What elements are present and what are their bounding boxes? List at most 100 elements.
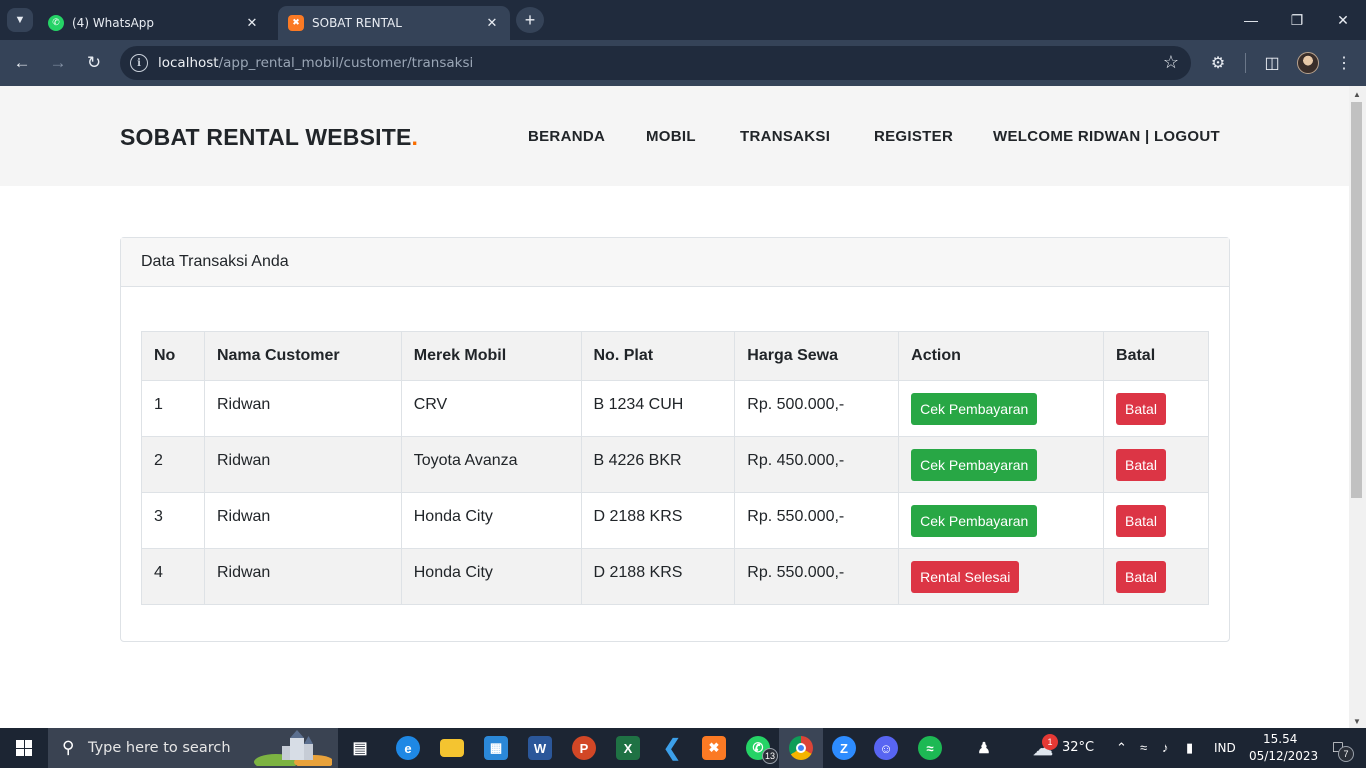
new-tab-button[interactable]: + [516, 7, 544, 33]
taskbar-search[interactable]: ⚲ Type here to search [48, 728, 338, 768]
extensions-icon[interactable]: ⚙ [1206, 51, 1230, 75]
search-highlight-icon [254, 730, 332, 766]
notification-count: 7 [1338, 746, 1354, 762]
taskbar-chrome[interactable] [779, 728, 823, 768]
cell-batal: Batal [1103, 492, 1209, 549]
batal-button[interactable]: Batal [1116, 449, 1166, 481]
browser-menu-icon[interactable]: ⋮ [1332, 51, 1356, 75]
taskbar-zoom[interactable]: Z [822, 728, 866, 768]
language-indicator[interactable]: IND [1214, 741, 1236, 755]
cell-mobil: Honda City [400, 548, 582, 605]
cell-mobil: Toyota Avanza [400, 436, 582, 493]
restore-button[interactable]: ❐ [1274, 0, 1320, 40]
weather-temp[interactable]: 32°C [1062, 740, 1094, 755]
cek-pembayaran-button[interactable]: Cek Pembayaran [911, 393, 1038, 425]
table-header-row: No Nama Customer Merek Mobil No. Plat Ha… [141, 331, 1209, 381]
start-button[interactable] [0, 728, 48, 768]
site-brand[interactable]: SOBAT RENTAL WEBSITE. [120, 124, 418, 151]
weather-widget[interactable]: ☁ 1 [1026, 728, 1060, 768]
chevron-up-icon[interactable]: ⌃ [1116, 740, 1127, 756]
toolbar-divider [1245, 53, 1246, 73]
brand-text: SOBAT RENTAL WEBSITE [120, 124, 412, 150]
taskbar-edge[interactable]: e [386, 728, 430, 768]
minimize-icon: — [1244, 12, 1258, 28]
taskbar-discord[interactable]: ☺ [864, 728, 908, 768]
cell-batal: Batal [1103, 436, 1209, 493]
profile-avatar[interactable] [1297, 52, 1319, 74]
nav-welcome-logout[interactable]: WELCOME RIDWAN | LOGOUT [993, 128, 1220, 145]
cell-plat: B 4226 BKR [580, 436, 736, 493]
batal-button[interactable]: Batal [1116, 561, 1166, 593]
batal-button[interactable]: Batal [1116, 393, 1166, 425]
taskbar-spotify[interactable]: ≈ [908, 728, 952, 768]
clock-time[interactable]: 15.54 [1263, 732, 1297, 746]
taskbar-whatsapp[interactable]: ✆ 13 [736, 728, 780, 768]
table-row: 2 Ridwan Toyota Avanza B 4226 BKR Rp. 45… [141, 436, 1209, 493]
scroll-up-arrow-icon[interactable]: ▲ [1353, 90, 1361, 99]
discord-icon: ☺ [874, 736, 898, 760]
site-info-icon[interactable]: i [130, 54, 148, 72]
taskbar-store[interactable]: ▦ [474, 728, 518, 768]
chevron-down-icon: ▼ [14, 14, 26, 26]
zoom-icon: Z [832, 736, 856, 760]
page-scrollbar[interactable]: ▲ ▼ [1349, 86, 1366, 728]
rental-selesai-button[interactable]: Rental Selesai [911, 561, 1020, 593]
address-bar[interactable]: i localhost/app_rental_mobil/customer/tr… [120, 46, 1191, 80]
cek-pembayaran-button[interactable]: Cek Pembayaran [911, 449, 1038, 481]
notification-center[interactable]: □ 7 [1318, 728, 1358, 768]
bookmark-star-icon[interactable]: ☆ [1163, 53, 1179, 71]
reload-button[interactable]: ↻ [80, 49, 108, 77]
side-panel-icon[interactable]: ◫ [1260, 51, 1284, 75]
close-window-button[interactable]: ✕ [1320, 0, 1366, 40]
taskbar-people[interactable]: ♟ [962, 728, 1006, 768]
taskbar-powerpoint[interactable]: P [562, 728, 606, 768]
windows-taskbar: ⚲ Type here to search ▤ e ▦ W P X ❮ ✖ ✆ … [0, 728, 1366, 768]
minimize-button[interactable]: — [1228, 0, 1274, 40]
battery-icon[interactable]: ▮ [1186, 740, 1193, 756]
nav-register[interactable]: REGISTER [874, 128, 953, 145]
arrow-left-icon: ← [13, 53, 31, 72]
wifi-icon[interactable]: ≈ [1140, 740, 1147, 755]
batal-button[interactable]: Batal [1116, 505, 1166, 537]
whatsapp-icon: ✆ [48, 15, 64, 31]
plus-icon: + [524, 9, 536, 30]
volume-icon[interactable]: ♪ [1162, 740, 1169, 755]
close-icon[interactable]: ✕ [244, 15, 260, 31]
cell-harga: Rp. 550.000,- [734, 548, 900, 605]
folder-icon [440, 739, 464, 757]
whatsapp-badge: 13 [762, 748, 779, 764]
cell-action: Cek Pembayaran [898, 436, 1105, 493]
cell-plat: B 1234 CUH [580, 380, 736, 437]
clock-date[interactable]: 05/12/2023 [1249, 749, 1318, 763]
taskbar-word[interactable]: W [518, 728, 562, 768]
tab-sobat-rental[interactable]: ✖ SOBAT RENTAL ✕ [278, 6, 510, 40]
col-header-action: Action [898, 331, 1105, 381]
tab-whatsapp[interactable]: ✆ (4) WhatsApp ✕ [38, 6, 270, 40]
tab-title: (4) WhatsApp [72, 16, 155, 30]
taskbar-xampp[interactable]: ✖ [692, 728, 736, 768]
col-header-mobil: Merek Mobil [400, 331, 582, 381]
taskbar-file-explorer[interactable] [430, 728, 474, 768]
brand-dot: . [411, 124, 419, 150]
task-view-button[interactable]: ▤ [338, 728, 382, 768]
nav-beranda[interactable]: BERANDA [528, 128, 605, 145]
nav-transaksi[interactable]: TRANSAKSI [740, 128, 830, 145]
taskbar-vscode[interactable]: ❮ [650, 728, 694, 768]
cell-plat: D 2188 KRS [580, 548, 736, 605]
tab-search-button[interactable]: ▼ [7, 8, 33, 32]
forward-button[interactable]: → [44, 49, 72, 77]
col-header-customer: Nama Customer [203, 331, 402, 381]
close-icon[interactable]: ✕ [484, 15, 500, 31]
taskbar-excel[interactable]: X [606, 728, 650, 768]
table-row: 3 Ridwan Honda City D 2188 KRS Rp. 550.0… [141, 492, 1209, 549]
scroll-thumb[interactable] [1351, 102, 1362, 498]
cell-no: 4 [141, 548, 205, 605]
cek-pembayaran-button[interactable]: Cek Pembayaran [911, 505, 1038, 537]
word-icon: W [528, 736, 552, 760]
back-button[interactable]: ← [8, 49, 36, 77]
nav-mobil[interactable]: MOBIL [646, 128, 696, 145]
url-text: localhost/app_rental_mobil/customer/tran… [158, 55, 473, 71]
cell-no: 3 [141, 492, 205, 549]
scroll-down-arrow-icon[interactable]: ▼ [1353, 717, 1361, 726]
xampp-icon: ✖ [288, 15, 304, 31]
